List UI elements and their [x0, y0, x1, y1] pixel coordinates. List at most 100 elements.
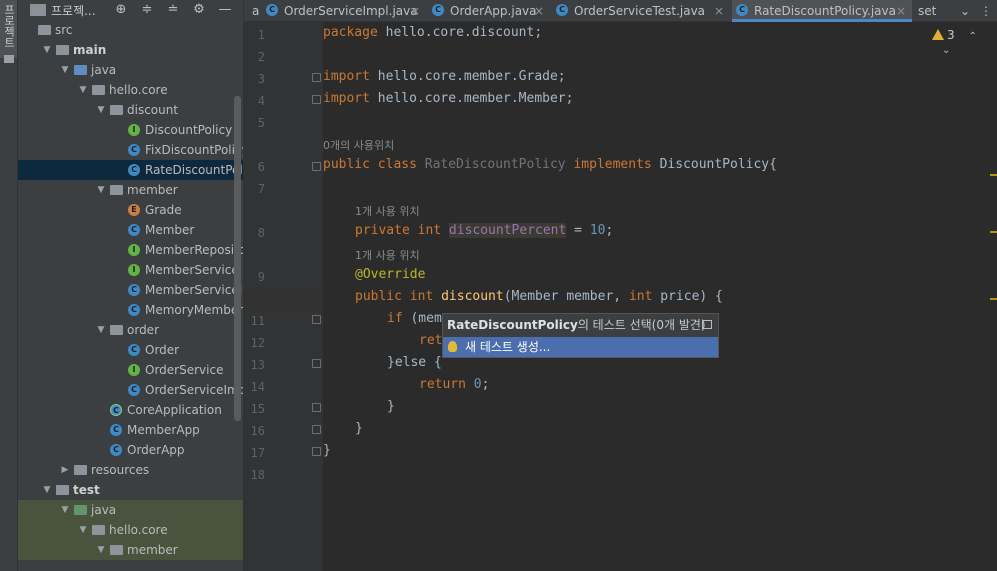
editor-tab[interactable]: C OrderApp.java × [428, 0, 550, 22]
tree-item[interactable]: ▼ member [18, 540, 243, 560]
tree-item[interactable]: ▶ resources [18, 460, 243, 480]
line-number[interactable]: 7 [244, 182, 265, 196]
tree-item[interactable]: C RateDiscountPolicy [18, 160, 243, 180]
warning-mark[interactable] [990, 231, 997, 233]
fold-marker-icon[interactable] [312, 403, 321, 412]
line-number[interactable]: 5 [244, 116, 265, 130]
project-tree-scrollbar[interactable] [234, 96, 241, 421]
tree-item[interactable]: ▼ member [18, 180, 243, 200]
editor-tab[interactable]: C RateDiscountPolicy.java × [732, 0, 912, 22]
line-number[interactable]: 12 [244, 336, 265, 350]
line-number[interactable]: 11 [244, 314, 265, 328]
tree-item[interactable]: C OrderServiceImpl [18, 380, 243, 400]
chevron-down-icon[interactable]: ▼ [78, 80, 88, 100]
tree-item[interactable]: C MemberApp [18, 420, 243, 440]
chevron-down-icon[interactable]: ▼ [60, 500, 70, 520]
target-icon[interactable]: ⊕ [113, 2, 129, 18]
line-number[interactable]: 9 [244, 270, 265, 284]
tree-item[interactable]: I DiscountPolicy [18, 120, 243, 140]
inspection-widget[interactable]: 3 ⌃ ⌄ [932, 28, 997, 56]
line-number[interactable]: 3 [244, 72, 265, 86]
expand-all-icon[interactable]: ≑ [139, 2, 155, 18]
tree-item[interactable]: ▼ test [18, 480, 243, 500]
project-tool-window-button[interactable]: 프로젝트 [0, 0, 17, 58]
tree-item[interactable]: C OrderApp [18, 440, 243, 460]
line-number[interactable]: 17 [244, 446, 265, 460]
tree-item[interactable]: C CoreApplication [18, 400, 243, 420]
editor-tab[interactable]: a [248, 0, 259, 22]
chevron-down-icon[interactable]: ⌄ [942, 45, 950, 56]
warning-mark[interactable] [990, 174, 997, 176]
project-panel-title[interactable]: 프로젝... [51, 2, 103, 19]
tree-item[interactable]: C MemberServiceImpl [18, 280, 243, 300]
create-new-test-item[interactable]: 새 테스트 생성... [443, 337, 718, 357]
code-editor[interactable]: package hello.core.discount; import hell… [323, 22, 989, 571]
editor-tab[interactable]: C OrderServiceImpl.java × [262, 0, 426, 22]
tree-item[interactable]: C MemoryMemberRepos [18, 300, 243, 320]
close-icon[interactable]: × [896, 0, 906, 22]
fold-marker-icon[interactable] [312, 315, 321, 324]
tree-item[interactable]: I OrderService [18, 360, 243, 380]
tree-item[interactable]: I MemberRepository [18, 240, 243, 260]
tree-item[interactable]: C Member [18, 220, 243, 240]
close-icon[interactable]: × [534, 0, 544, 22]
code-line-9: @Override [355, 267, 426, 282]
minimize-icon[interactable]: — [217, 2, 233, 18]
chevron-down-icon[interactable]: ▼ [96, 100, 106, 120]
fold-marker-icon[interactable] [312, 162, 321, 171]
close-icon[interactable]: × [410, 0, 420, 22]
tree-item[interactable]: C Order [18, 340, 243, 360]
close-icon[interactable]: × [714, 0, 724, 22]
error-stripe[interactable] [989, 22, 997, 571]
line-number[interactable]: 2 [244, 50, 265, 64]
tree-item[interactable]: src [18, 20, 243, 40]
chevron-down-icon[interactable]: ▼ [96, 320, 106, 340]
warning-mark[interactable] [990, 298, 997, 300]
chevron-down-icon[interactable]: ▼ [60, 60, 70, 80]
chevron-down-icon[interactable]: ▼ [96, 180, 106, 200]
tree-item[interactable]: ▼ hello.core [18, 80, 243, 100]
tree-item[interactable]: ▼ discount [18, 100, 243, 120]
more-icon[interactable]: ⋮ [980, 0, 994, 22]
gear-icon[interactable]: ⚙ [191, 2, 207, 18]
line-number[interactable]: 1 [244, 28, 265, 42]
tree-item[interactable]: ▼ java [18, 60, 243, 80]
class-icon: C [128, 164, 140, 176]
line-number[interactable]: 14 [244, 380, 265, 394]
tree-item-label: hello.core [109, 523, 168, 537]
line-number[interactable]: 18 [244, 468, 265, 482]
pin-icon[interactable] [702, 320, 712, 329]
tree-item[interactable]: ▼ hello.core [18, 520, 243, 540]
tree-item[interactable]: ▼ java [18, 500, 243, 520]
line-number[interactable]: 13 [244, 358, 265, 372]
fold-marker-icon[interactable] [312, 95, 321, 104]
tree-item[interactable]: ▼ order [18, 320, 243, 340]
chevron-right-icon[interactable]: ▶ [60, 460, 70, 480]
collapse-all-icon[interactable]: ≐ [165, 2, 181, 18]
usage-hint[interactable]: 0개의 사용위치 [323, 137, 394, 153]
line-number[interactable]: 4 [244, 94, 265, 108]
tree-item[interactable]: C FixDiscountPolicy [18, 140, 243, 160]
tree-item[interactable]: E Grade [18, 200, 243, 220]
editor-tab[interactable]: C OrderServiceTest.java × [552, 0, 730, 22]
fold-marker-icon[interactable] [312, 73, 321, 82]
usage-hint[interactable]: 1개 사용 위치 [355, 203, 420, 219]
fold-marker-icon[interactable] [312, 359, 321, 368]
tree-item[interactable]: ▼ main [18, 40, 243, 60]
tree-item[interactable]: I MemberService [18, 260, 243, 280]
code-line-11: if (mem [387, 311, 442, 326]
chevron-down-icon[interactable]: ▼ [42, 40, 52, 60]
tree-item-label: Order [145, 343, 180, 357]
usage-hint[interactable]: 1개 사용 위치 [355, 247, 420, 263]
chevron-down-icon[interactable]: ▼ [96, 540, 106, 560]
fold-marker-icon[interactable] [312, 425, 321, 434]
fold-marker-icon[interactable] [312, 447, 321, 456]
chevron-up-icon[interactable]: ⌃ [968, 31, 976, 42]
chevron-down-icon[interactable]: ▼ [78, 520, 88, 540]
chevron-down-icon[interactable]: ▼ [42, 480, 52, 500]
line-number[interactable]: 15 [244, 402, 265, 416]
tab-list-chevron-icon[interactable]: ⌄ [960, 0, 976, 22]
line-number[interactable]: 16 [244, 424, 265, 438]
line-number[interactable]: 6 [244, 160, 265, 174]
line-number[interactable]: 8 [244, 226, 265, 240]
